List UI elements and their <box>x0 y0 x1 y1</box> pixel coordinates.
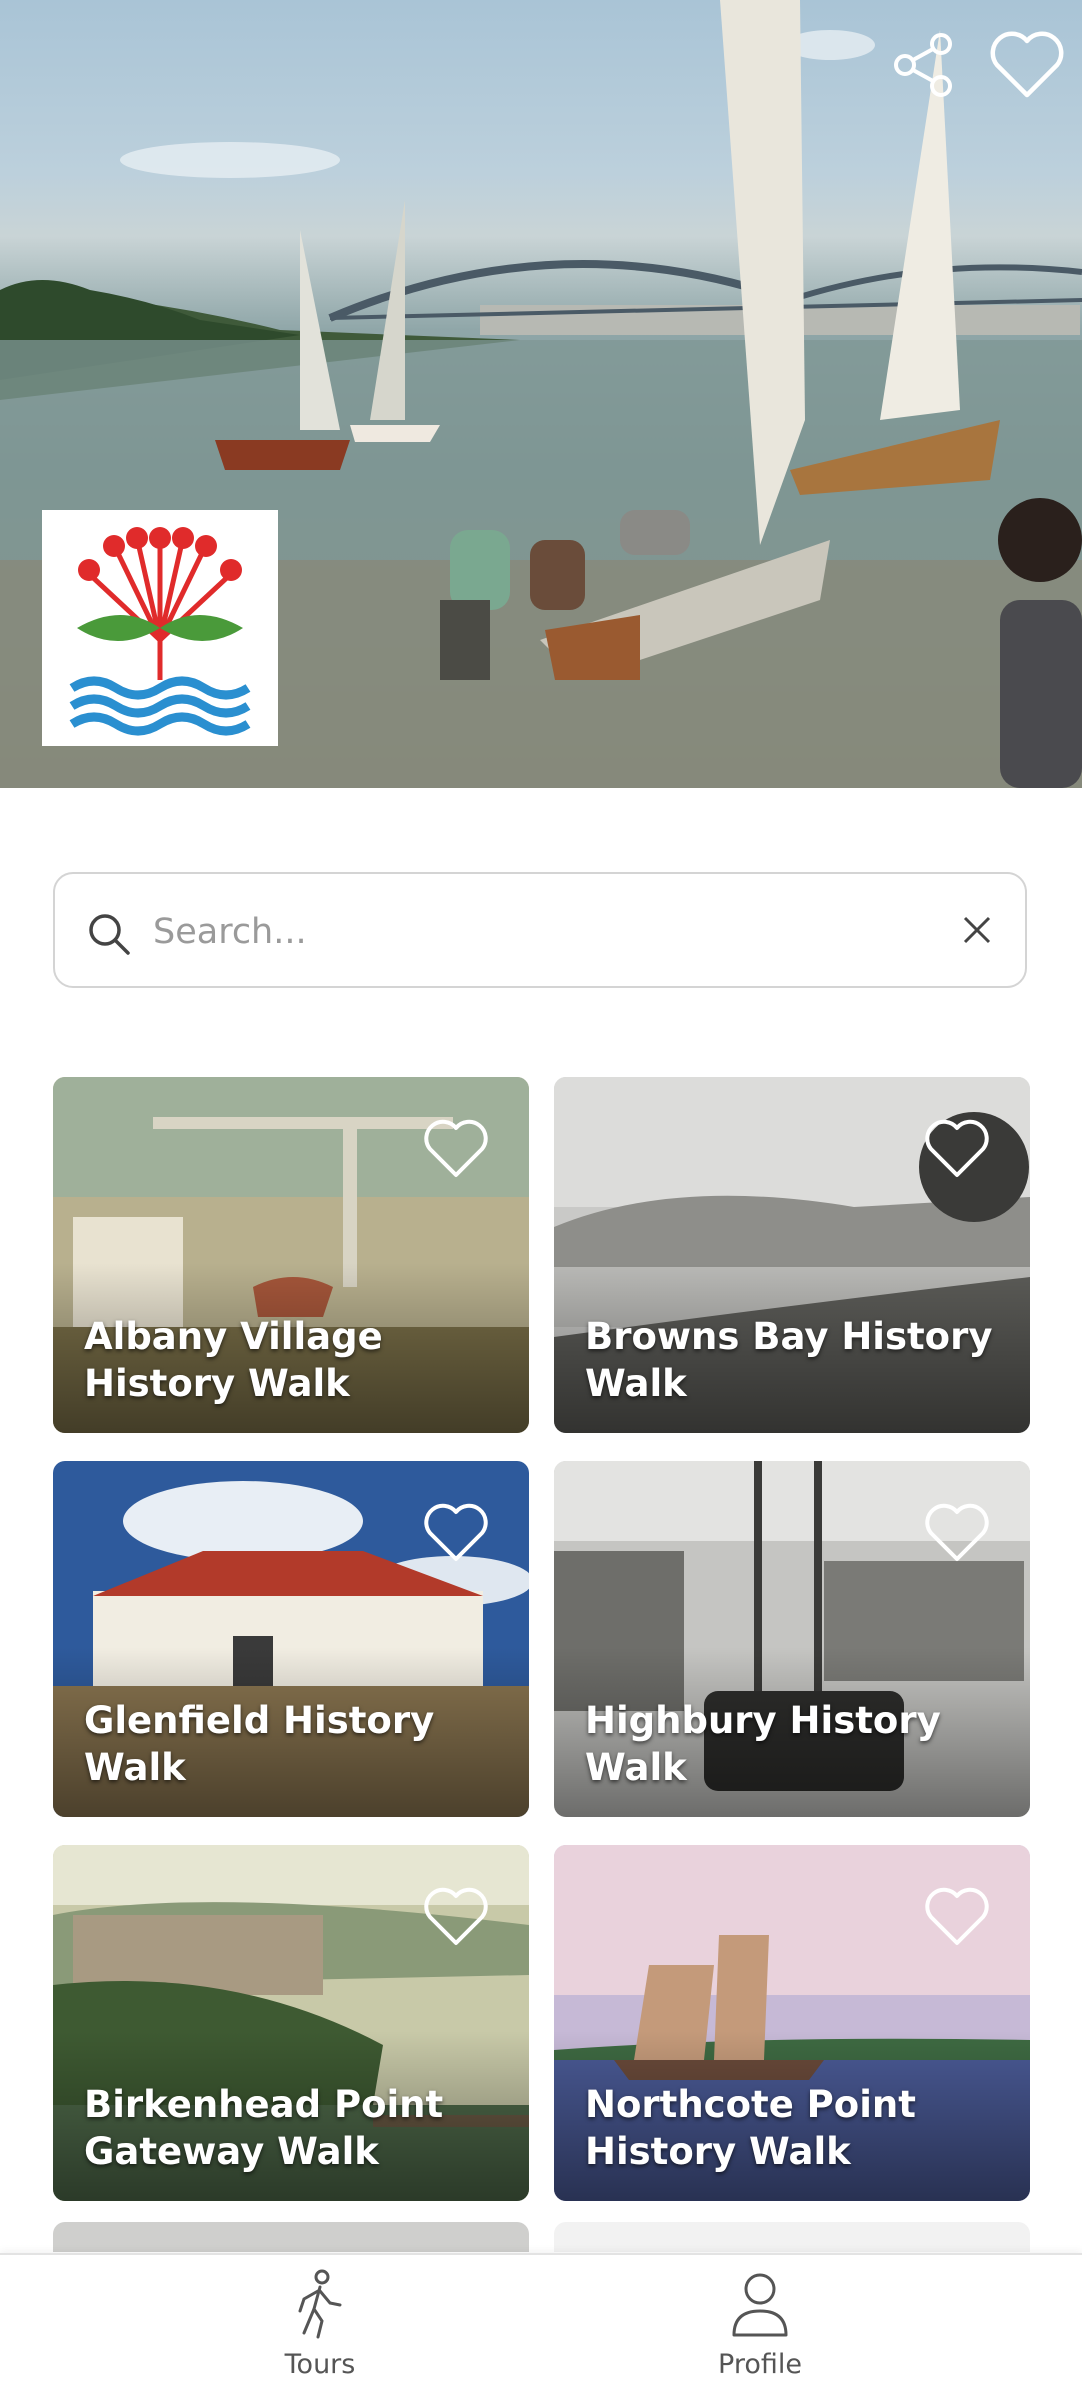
nav-profile-label: Profile <box>718 2349 802 2380</box>
logo <box>42 510 278 746</box>
walking-person-icon <box>298 2269 342 2339</box>
heart-outline-icon[interactable] <box>421 1117 491 1181</box>
search-bar <box>53 872 1027 988</box>
heart-outline-icon[interactable] <box>421 1501 491 1565</box>
walk-card-browns-bay[interactable]: Browns Bay History Walk <box>554 1077 1030 1433</box>
nav-tours-label: Tours <box>284 2349 356 2380</box>
hero-actions <box>882 24 1068 106</box>
heart-outline-icon[interactable] <box>421 1885 491 1949</box>
walk-card-northcote-point[interactable]: Northcote Point History Walk <box>554 1845 1030 2201</box>
heart-outline-icon[interactable] <box>922 1885 992 1949</box>
walk-title: Birkenhead Point Gateway Walk <box>84 2083 444 2173</box>
nav-profile[interactable]: Profile <box>660 2267 860 2387</box>
pohutukawa-flower-waves-logo <box>69 527 251 736</box>
walk-card-albany-village[interactable]: Albany Village History Walk <box>53 1077 529 1433</box>
bottom-nav: Tours Profile <box>0 2253 1082 2404</box>
search-input[interactable] <box>151 900 935 964</box>
walk-title: Glenfield History Walk <box>84 1699 435 1789</box>
walk-card-partial[interactable] <box>554 2222 1030 2252</box>
hero-image <box>0 0 1082 788</box>
nav-tours[interactable]: Tours <box>220 2267 420 2387</box>
walk-card-birkenhead-point[interactable]: Birkenhead Point Gateway Walk <box>53 1845 529 2201</box>
walk-title: Northcote Point History Walk <box>585 2083 916 2173</box>
walk-card-highbury[interactable]: Highbury History Walk <box>554 1461 1030 1817</box>
favorite-tour-button[interactable] <box>986 24 1068 106</box>
walk-card-glenfield[interactable]: Glenfield History Walk <box>53 1461 529 1817</box>
walk-card-partial[interactable] <box>53 2222 529 2252</box>
walk-title: Browns Bay History Walk <box>585 1315 993 1405</box>
heart-outline-icon <box>990 31 1064 98</box>
walk-title: Albany Village History Walk <box>84 1315 383 1405</box>
share-button[interactable] <box>882 24 964 106</box>
close-icon[interactable] <box>959 912 995 948</box>
heart-outline-icon[interactable] <box>922 1501 992 1565</box>
magnifier-icon <box>89 914 130 955</box>
share-icon <box>894 33 952 97</box>
heart-outline-icon[interactable] <box>922 1117 992 1181</box>
walk-title: Highbury History Walk <box>585 1699 941 1789</box>
person-outline-icon <box>732 2273 788 2337</box>
